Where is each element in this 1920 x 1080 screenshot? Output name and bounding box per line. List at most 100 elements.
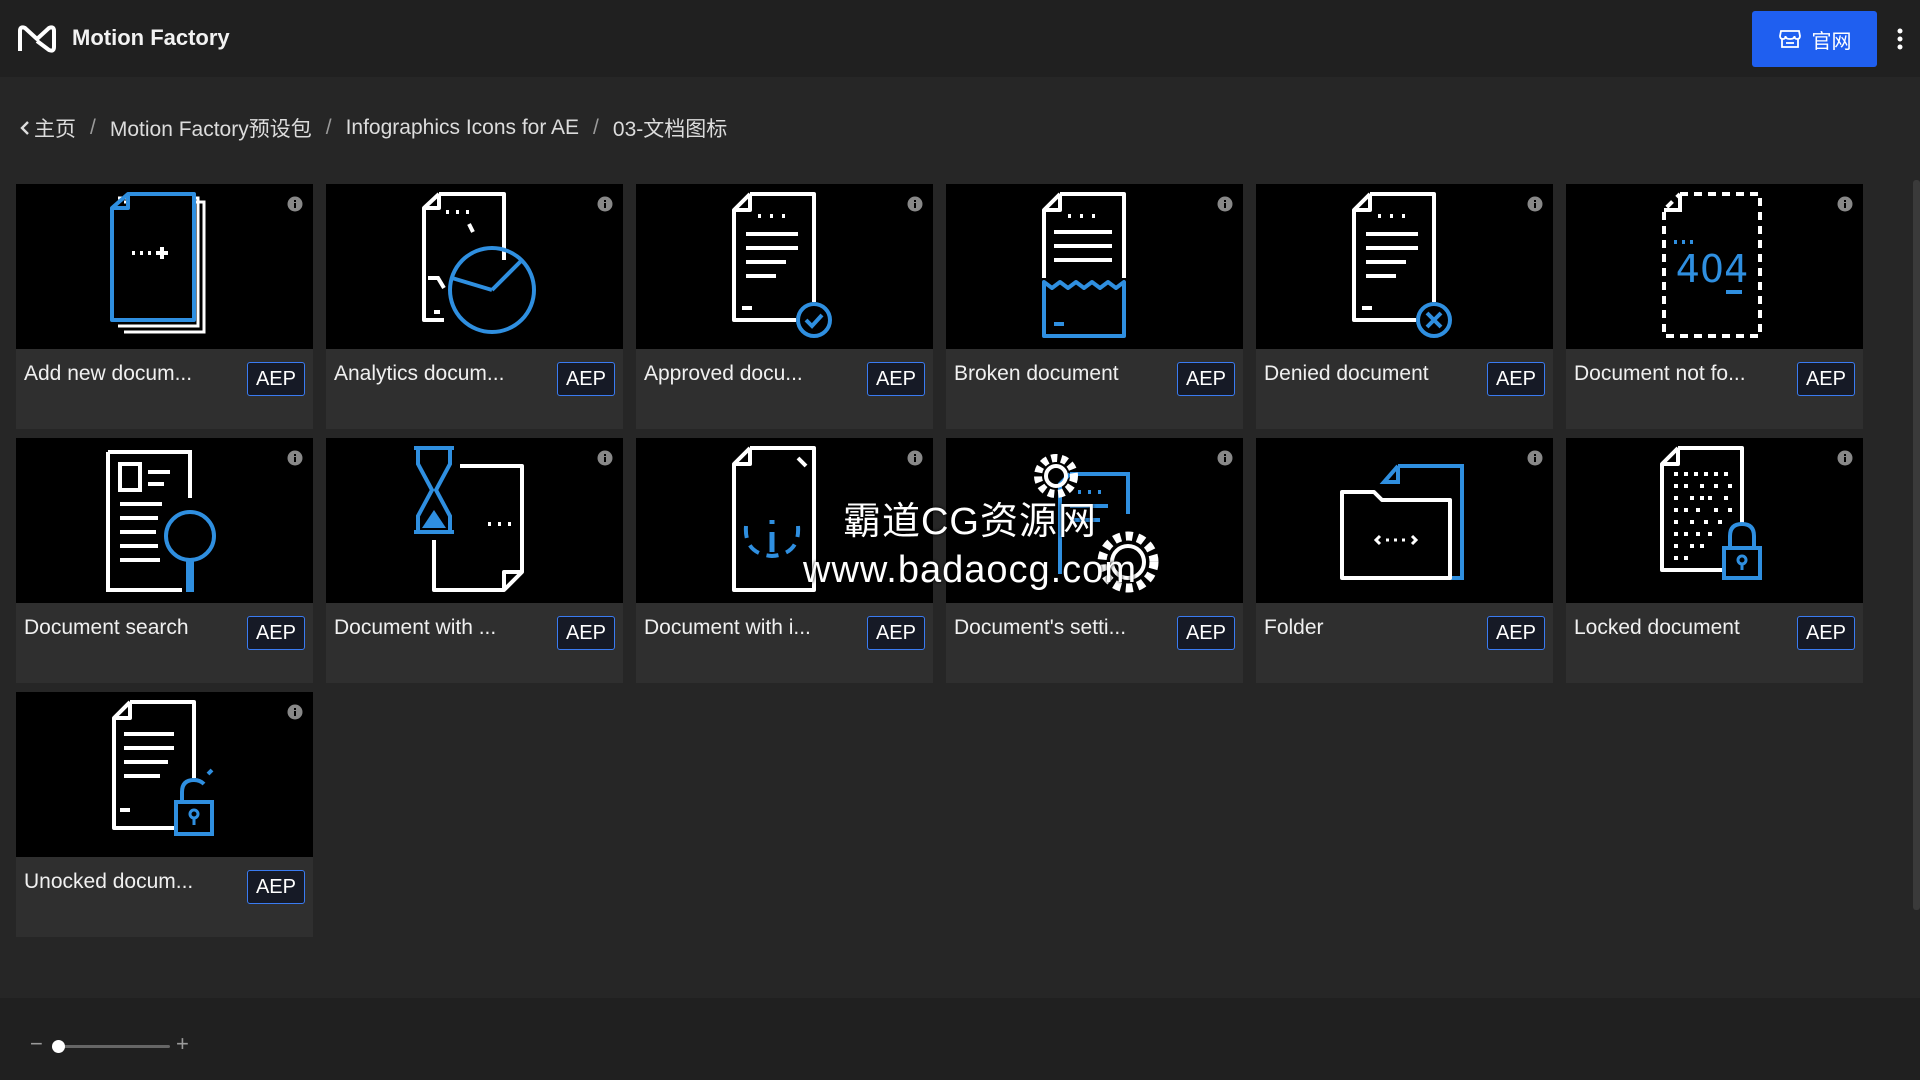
asset-card[interactable]: Add new docum... AEP	[16, 184, 313, 429]
info-icon[interactable]	[907, 450, 923, 466]
asset-name: Analytics docum...	[334, 362, 505, 385]
asset-card[interactable]: Document search AEP	[16, 438, 313, 683]
format-badge: AEP	[1176, 616, 1235, 650]
breadcrumb-item-current[interactable]: 03-文档图标	[613, 113, 727, 143]
unlocked-document-icon	[112, 700, 214, 836]
breadcrumb-separator: /	[90, 116, 96, 139]
info-icon[interactable]	[1217, 196, 1233, 212]
asset-thumbnail[interactable]	[1566, 438, 1863, 603]
asset-name: Folder	[1264, 616, 1324, 639]
document-search-icon	[106, 450, 216, 592]
asset-card[interactable]: Folder AEP	[1256, 438, 1553, 683]
breadcrumb-item-pack[interactable]: Motion Factory预设包	[110, 113, 312, 143]
more-vertical-icon[interactable]	[1885, 24, 1915, 54]
format-badge: AEP	[246, 870, 305, 904]
asset-thumbnail[interactable]: 404	[1566, 184, 1863, 349]
format-badge: AEP	[866, 362, 925, 396]
format-badge: AEP	[866, 616, 925, 650]
app-title: Motion Factory	[72, 25, 230, 50]
info-icon[interactable]	[1217, 450, 1233, 466]
asset-thumbnail[interactable]	[946, 438, 1243, 603]
vertical-scrollbar[interactable]	[1913, 180, 1920, 910]
add-document-icon	[110, 192, 206, 334]
svg-text:404: 404	[1676, 247, 1749, 291]
locked-document-icon	[1660, 446, 1762, 580]
chevron-left-icon	[20, 121, 29, 135]
format-badge: AEP	[556, 616, 615, 650]
document-not-found-icon: 404	[1662, 192, 1762, 338]
asset-name: Add new docum...	[24, 362, 193, 385]
info-icon[interactable]	[287, 704, 303, 720]
mf-logo-icon[interactable]	[17, 23, 57, 55]
asset-thumbnail[interactable]	[326, 438, 623, 603]
analytics-document-icon	[422, 192, 536, 334]
asset-name: Document with i...	[644, 616, 811, 639]
asset-card[interactable]: Document with ... AEP	[326, 438, 623, 683]
asset-name: Document's setti...	[954, 616, 1127, 639]
asset-thumbnail[interactable]	[16, 184, 313, 349]
format-badge: AEP	[1796, 362, 1855, 396]
breadcrumb-item-collection[interactable]: Infographics Icons for AE	[346, 116, 579, 140]
denied-document-icon	[1352, 192, 1452, 338]
asset-thumbnail[interactable]	[636, 184, 933, 349]
official-site-label: 官网	[1811, 30, 1852, 53]
zoom-in-icon[interactable]: +	[176, 1033, 189, 1055]
asset-card[interactable]: Approved docu... AEP	[636, 184, 933, 429]
info-icon[interactable]	[1527, 196, 1543, 212]
format-badge: AEP	[246, 362, 305, 396]
breadcrumb: 主页 / Motion Factory预设包 / Infographics Ic…	[20, 113, 727, 143]
document-with-hourglass-icon	[414, 446, 524, 592]
asset-name: Broken document	[954, 362, 1119, 385]
official-site-button[interactable]: 官网	[1752, 11, 1877, 67]
info-icon[interactable]	[907, 196, 923, 212]
asset-name: Document with ...	[334, 616, 497, 639]
asset-card[interactable]: Broken document AEP	[946, 184, 1243, 429]
asset-card[interactable]: Document's setti... AEP	[946, 438, 1243, 683]
slider-handle[interactable]	[52, 1040, 65, 1053]
zoom-out-icon[interactable]: −	[30, 1033, 43, 1055]
format-badge: AEP	[556, 362, 615, 396]
asset-card[interactable]: 404 Document not fo... AEP	[1566, 184, 1863, 429]
thumbnail-size-slider[interactable]: − +	[30, 1033, 200, 1056]
store-icon	[1778, 30, 1801, 48]
info-icon[interactable]	[1527, 450, 1543, 466]
asset-name: Document search	[24, 616, 189, 639]
format-badge: AEP	[1796, 616, 1855, 650]
asset-thumbnail[interactable]	[16, 438, 313, 603]
asset-card[interactable]: Analytics docum... AEP	[326, 184, 623, 429]
info-icon[interactable]	[287, 196, 303, 212]
top-bar: Motion Factory 官网	[0, 0, 1920, 77]
slider-track[interactable]	[52, 1045, 170, 1048]
asset-card[interactable]: Unocked docum... AEP	[16, 692, 313, 937]
asset-name: Locked document	[1574, 616, 1740, 639]
info-icon[interactable]	[287, 450, 303, 466]
asset-card[interactable]: Denied document AEP	[1256, 184, 1553, 429]
asset-name: Unocked docum...	[24, 870, 194, 893]
approved-document-icon	[732, 192, 832, 338]
asset-thumbnail[interactable]	[636, 438, 933, 603]
asset-thumbnail[interactable]	[16, 692, 313, 857]
asset-card[interactable]: Document with i... AEP	[636, 438, 933, 683]
asset-thumbnail[interactable]	[1256, 438, 1553, 603]
breadcrumb-home[interactable]: 主页	[20, 113, 76, 143]
asset-name: Document not fo...	[1574, 362, 1746, 385]
breadcrumb-separator: /	[325, 116, 332, 139]
asset-thumbnail[interactable]	[1256, 184, 1553, 349]
document-with-info-icon	[732, 446, 816, 592]
info-icon[interactable]	[1837, 196, 1853, 212]
breadcrumb-separator: /	[593, 116, 599, 139]
format-badge: AEP	[246, 616, 305, 650]
footer-bar	[0, 998, 1920, 1080]
asset-thumbnail[interactable]	[946, 184, 1243, 349]
asset-name: Denied document	[1264, 362, 1429, 385]
format-badge: AEP	[1486, 362, 1545, 396]
info-icon[interactable]	[597, 196, 613, 212]
asset-name: Approved docu...	[644, 362, 803, 385]
info-icon[interactable]	[597, 450, 613, 466]
asset-card[interactable]: Locked document AEP	[1566, 438, 1863, 683]
broken-document-icon	[1042, 192, 1126, 338]
asset-thumbnail[interactable]	[326, 184, 623, 349]
document-settings-icon	[1034, 454, 1159, 593]
format-badge: AEP	[1486, 616, 1545, 650]
info-icon[interactable]	[1837, 450, 1853, 466]
